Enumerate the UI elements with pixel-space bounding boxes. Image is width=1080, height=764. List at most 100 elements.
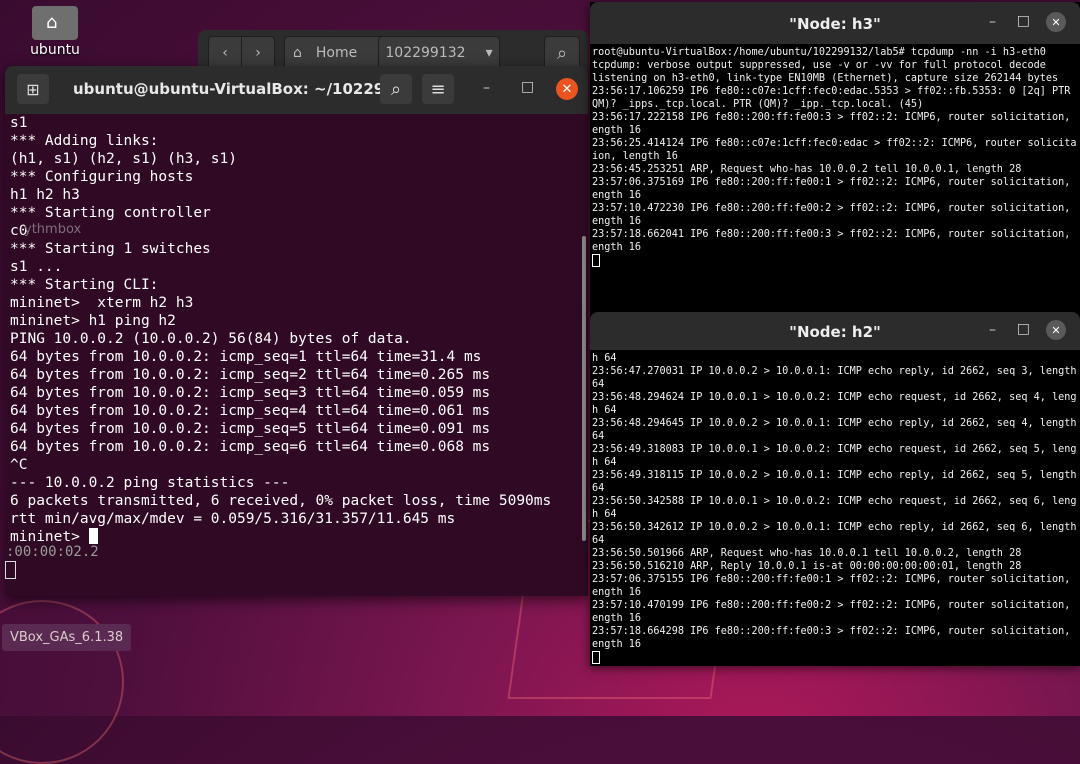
home-folder-icon: ⌂	[32, 6, 78, 40]
prompt-line[interactable]	[592, 651, 1076, 666]
background-terminal-cursor	[5, 561, 16, 579]
node-h3-window[interactable]: "Node: h3" – □ ✕ root@ubuntu-VirtualBox:…	[590, 2, 1080, 312]
output-line: mininet> xterm h2 h3	[10, 295, 194, 311]
maximize-button[interactable]: □	[521, 79, 534, 95]
output-line: *** Starting CLI:	[10, 277, 159, 293]
chevron-down-icon: ▾	[485, 45, 493, 61]
output-line: 23:56:25.414124 IP6 fe80::c07e:1cff:fec0…	[592, 138, 1076, 149]
output-line: 64	[592, 483, 605, 494]
output-line: ^C	[10, 457, 28, 473]
output-line: 23:56:49.318083 IP 10.0.0.1 > 10.0.0.2: …	[592, 444, 1076, 455]
node-h2-window[interactable]: "Node: h2" – □ ✕ h 64 23:56:47.270031 IP …	[590, 312, 1080, 666]
output-line: 64	[592, 431, 605, 442]
output-line: 23:56:50.501966 ARP, Request who-has 10.…	[592, 548, 1022, 559]
minimize-button[interactable]: –	[483, 80, 490, 96]
output-line: 64 bytes from 10.0.0.2: icmp_seq=1 ttl=6…	[10, 349, 482, 365]
node-h3-output[interactable]: root@ubuntu-VirtualBox:/home/ubuntu/1022…	[592, 46, 1076, 269]
files-search-button[interactable]: ⌕	[544, 36, 580, 70]
terminal-menu-button[interactable]: ≡	[422, 74, 454, 104]
node-h2-titlebar[interactable]: "Node: h2" – □ ✕	[590, 312, 1080, 350]
output-line: 23:57:18.664298 IP6 fe80::200:ff:fe00:3 …	[592, 626, 1076, 637]
minimize-button[interactable]: –	[989, 322, 996, 338]
text-cursor	[88, 528, 98, 544]
home-icon: ⌂	[293, 45, 302, 61]
current-path-button[interactable]: 102299132 ▾	[378, 36, 500, 70]
output-line: s1 ...	[10, 259, 63, 275]
output-line: rtt min/avg/max/mdev = 0.059/5.316/31.35…	[10, 511, 456, 527]
maximize-button[interactable]: □	[1017, 13, 1030, 29]
output-line: h 64	[592, 353, 617, 364]
node-h3-titlebar[interactable]: "Node: h3" – □ ✕	[590, 2, 1080, 44]
output-line: *** Starting 1 switches	[10, 241, 211, 257]
output-line: 23:56:17.222158 IP6 fe80::200:ff:fe00:3 …	[592, 112, 1076, 123]
output-line: listening on h3-eth0, link-type EN10MB (…	[592, 73, 1059, 84]
current-path-label: 102299132	[385, 45, 466, 61]
close-button[interactable]: ✕	[1046, 12, 1066, 32]
new-tab-button[interactable]: ⊞	[17, 74, 49, 104]
output-line: 23:56:48.294645 IP 10.0.0.2 > 10.0.0.1: …	[592, 418, 1076, 429]
output-line: 23:57:18.662041 IP6 fe80::200:ff:fe00:3 …	[592, 229, 1076, 240]
output-line: 23:57:06.375155 IP6 fe80::200:ff:fe00:1 …	[592, 574, 1076, 585]
output-line: 64 bytes from 10.0.0.2: icmp_seq=4 ttl=6…	[10, 403, 491, 419]
output-line: 23:57:10.470199 IP6 fe80::200:ff:fe00:2 …	[592, 600, 1076, 611]
output-line: *** Configuring hosts	[10, 169, 194, 185]
output-line: 23:57:10.472230 IP6 fe80::200:ff:fe00:2 …	[592, 203, 1076, 214]
output-line: tcpdump: verbose output suppressed, use …	[592, 60, 1046, 71]
output-line: 64 bytes from 10.0.0.2: icmp_seq=3 ttl=6…	[10, 385, 491, 401]
terminal-title: ubuntu@ubuntu-VirtualBox: ~/102299...	[73, 80, 412, 98]
desktop-home-icon[interactable]: ⌂ ubuntu	[30, 6, 80, 58]
output-line: *** Starting controller	[10, 205, 211, 221]
output-line: QM)? _ipps._tcp.local. PTR (QM)? _ipp._t…	[592, 99, 924, 110]
terminal-output[interactable]: s1 *** Adding links: (h1, s1) (h2, s1) (h3…	[10, 114, 580, 546]
output-line: ength 16	[592, 639, 642, 650]
output-line: 23:56:47.270031 IP 10.0.0.2 > 10.0.0.1: …	[592, 366, 1076, 377]
output-line: 64	[592, 535, 605, 546]
output-line: 23:57:06.375169 IP6 fe80::200:ff:fe00:1 …	[592, 177, 1076, 188]
home-path-label: Home	[315, 45, 358, 61]
output-line: ength 16	[592, 216, 642, 227]
close-button[interactable]: ✕	[1046, 320, 1066, 340]
output-line: h 64	[592, 405, 617, 416]
output-line: 23:56:50.342612 IP 10.0.0.2 > 10.0.0.1: …	[592, 522, 1076, 533]
main-terminal-window[interactable]: ⊞ ubuntu@ubuntu-VirtualBox: ~/102299... …	[5, 66, 588, 596]
back-button[interactable]: ‹	[208, 36, 242, 70]
output-line: root@ubuntu-VirtualBox:/home/ubuntu/1022…	[592, 47, 1046, 58]
output-line: h1 h2 h3	[10, 187, 80, 203]
output-line: ength 16	[592, 242, 642, 253]
output-line: c0	[10, 223, 28, 239]
output-line: ion, length 16	[592, 151, 678, 162]
background-terminal-text: :00:00:02.2	[6, 544, 99, 560]
prompt-line[interactable]	[592, 254, 1076, 269]
output-line: 23:56:50.342588 IP 10.0.0.1 > 10.0.0.2: …	[592, 496, 1076, 507]
terminal-search-button[interactable]: ⌕	[380, 74, 412, 104]
output-line: 64	[592, 379, 605, 390]
home-path-button[interactable]: ⌂ Home	[284, 36, 386, 70]
terminal-scrollbar[interactable]	[582, 236, 586, 541]
maximize-button[interactable]: □	[1017, 321, 1030, 337]
output-line: 23:56:50.516210 ARP, Reply 10.0.0.1 is-a…	[592, 561, 1022, 572]
text-cursor	[592, 254, 600, 267]
output-line: ength 16	[592, 587, 642, 598]
node-h3-title: "Node: h3"	[789, 15, 881, 33]
desktop-icon-label: ubuntu	[30, 42, 80, 58]
output-line: 23:56:45.253251 ARP, Request who-has 10.…	[592, 164, 1022, 175]
terminal-titlebar[interactable]: ⊞ ubuntu@ubuntu-VirtualBox: ~/102299... …	[5, 66, 588, 114]
output-line: 23:56:17.106259 IP6 fe80::c07e:1cff:fec0…	[592, 86, 1076, 97]
output-line: 6 packets transmitted, 6 received, 0% pa…	[10, 493, 552, 509]
close-button[interactable]: ✕	[556, 78, 578, 100]
prompt-text: mininet>	[10, 529, 89, 545]
text-cursor	[592, 651, 600, 664]
vbox-guest-additions-label[interactable]: VBox_GAs_6.1.38	[2, 624, 132, 651]
node-h2-output[interactable]: h 64 23:56:47.270031 IP 10.0.0.2 > 10.0.0…	[592, 352, 1076, 666]
output-line: ength 16	[592, 613, 642, 624]
forward-button[interactable]: ›	[241, 36, 275, 70]
output-line: (h1, s1) (h2, s1) (h3, s1)	[10, 151, 237, 167]
output-line: --- 10.0.0.2 ping statistics ---	[10, 475, 290, 491]
node-h2-title: "Node: h2"	[789, 323, 881, 341]
output-line: 64 bytes from 10.0.0.2: icmp_seq=6 ttl=6…	[10, 439, 491, 455]
output-line: ength 16	[592, 125, 642, 136]
output-line: h 64	[592, 457, 617, 468]
output-line: 64 bytes from 10.0.0.2: icmp_seq=2 ttl=6…	[10, 367, 491, 383]
minimize-button[interactable]: –	[989, 14, 996, 30]
output-line: s1	[10, 115, 28, 131]
